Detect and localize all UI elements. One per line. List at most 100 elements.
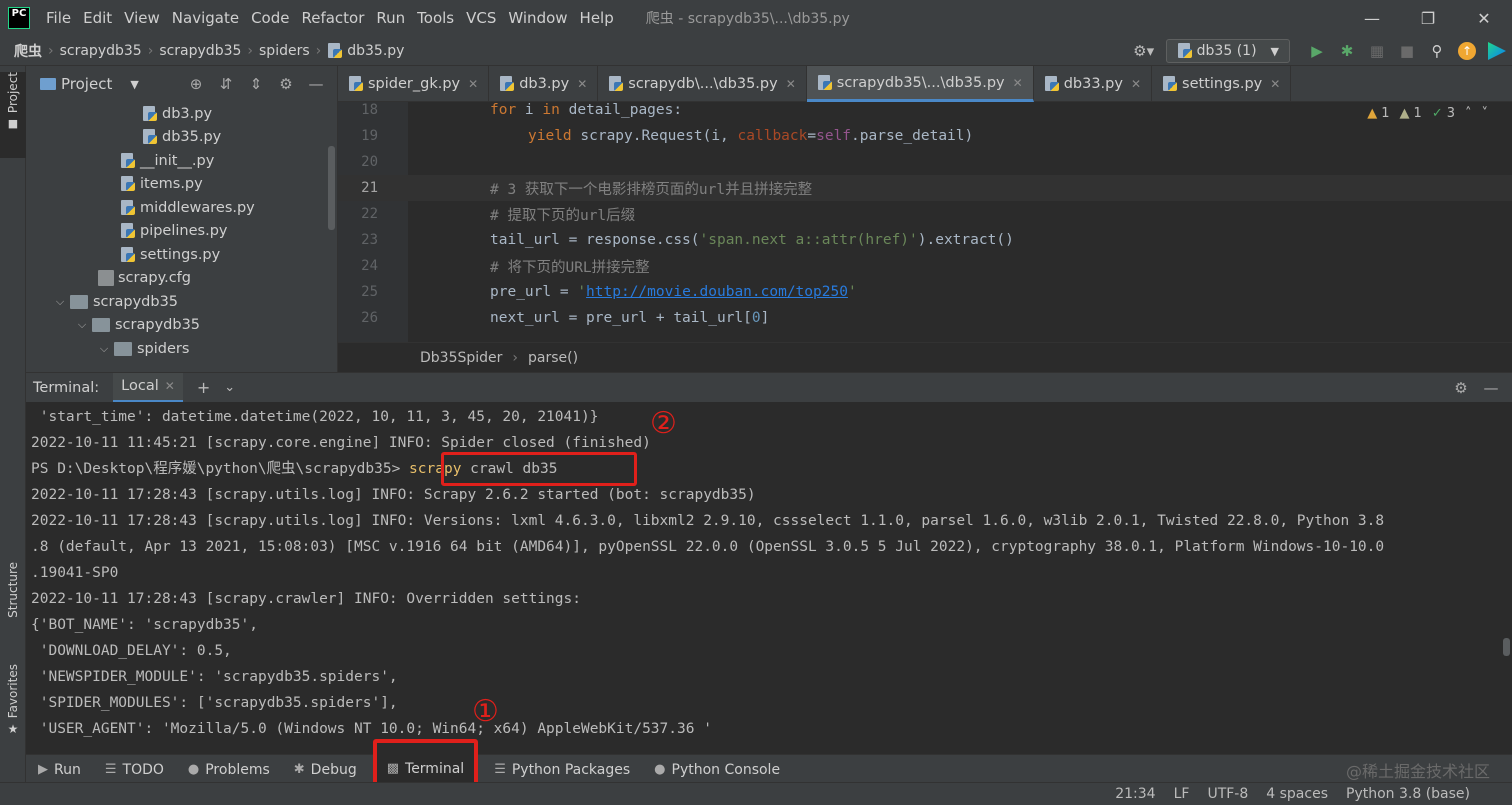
- line-number: 18: [361, 102, 378, 118]
- inspection-widget[interactable]: ▲ 1 ▲ 1 ✓ 3 ˄ ˅: [1357, 106, 1488, 121]
- chevron-down-icon[interactable]: ▼: [130, 78, 138, 91]
- breadcrumb-method[interactable]: parse(): [528, 350, 578, 366]
- tab-scrapydb-db35[interactable]: scrapydb\...\db35.py ✕: [598, 66, 807, 102]
- todo-tool-button[interactable]: ☰ TODO: [105, 755, 164, 785]
- tree-folder[interactable]: ⌵ spiders: [26, 337, 326, 361]
- code-editor[interactable]: 18 for i in detail_pages: 19 yield scrap…: [338, 102, 1512, 342]
- terminal-tab-local[interactable]: Local ✕: [113, 372, 183, 403]
- terminal-output[interactable]: 'start_time': datetime.datetime(2022, 10…: [26, 402, 1512, 754]
- menu-help[interactable]: Help: [580, 9, 614, 27]
- pycharm-logo-icon: PC: [8, 7, 30, 29]
- python-file-icon: [120, 246, 136, 263]
- hide-icon[interactable]: —: [301, 75, 331, 93]
- status-line-separator[interactable]: LF: [1174, 786, 1190, 802]
- gear-icon[interactable]: ⚙: [1446, 379, 1476, 397]
- tree-folder[interactable]: ⌵ scrapydb35: [26, 290, 326, 314]
- search-icon[interactable]: ⚲: [1422, 36, 1452, 66]
- chevron-right-icon: ›: [512, 349, 519, 366]
- breadcrumb-scrapydb35-inner[interactable]: scrapydb35: [159, 43, 241, 59]
- menu-vcs[interactable]: VCS: [466, 9, 496, 27]
- chevron-down-icon[interactable]: ⌄: [224, 380, 235, 395]
- close-icon[interactable]: ✕: [1270, 77, 1280, 91]
- menu-view[interactable]: View: [124, 9, 160, 27]
- close-icon[interactable]: ✕: [1131, 77, 1141, 91]
- tree-folder[interactable]: ⌵ scrapydb35: [26, 314, 326, 338]
- debug-tool-button[interactable]: ✱ Debug: [294, 755, 357, 785]
- menu-navigate[interactable]: Navigate: [172, 9, 239, 27]
- menu-refactor[interactable]: Refactor: [301, 9, 364, 27]
- tree-item[interactable]: pipelines.py: [26, 220, 326, 244]
- close-icon[interactable]: ✕: [1456, 0, 1512, 36]
- tree-item[interactable]: scrapy.cfg: [26, 267, 326, 291]
- project-scrollbar[interactable]: [328, 146, 335, 230]
- menu-tools[interactable]: Tools: [417, 9, 454, 27]
- status-encoding[interactable]: UTF-8: [1207, 786, 1248, 802]
- check-icon: ✓: [1431, 106, 1443, 121]
- user-icon[interactable]: ⚙▾: [1122, 36, 1166, 66]
- breadcrumb-file[interactable]: db35.py: [347, 43, 404, 59]
- debug-icon[interactable]: ✱: [1332, 36, 1362, 66]
- coverage-icon[interactable]: ▦: [1362, 36, 1392, 66]
- close-icon[interactable]: ✕: [786, 77, 796, 91]
- tab-db3[interactable]: db3.py ✕: [489, 66, 599, 102]
- tree-item[interactable]: __init__.py: [26, 149, 326, 173]
- menu-file[interactable]: File: [46, 9, 71, 27]
- python-packages-tool-button[interactable]: ☰ Python Packages: [494, 755, 630, 785]
- close-icon[interactable]: ✕: [577, 77, 587, 91]
- close-icon[interactable]: ✕: [468, 77, 478, 91]
- run-tool-button[interactable]: ▶ Run: [38, 755, 81, 785]
- tree-item[interactable]: settings.py: [26, 243, 326, 267]
- structure-tool-tab[interactable]: Structure: [0, 562, 26, 652]
- tree-item[interactable]: db35.py: [26, 126, 326, 150]
- locate-icon[interactable]: ⊕: [181, 75, 211, 93]
- breadcrumb-class[interactable]: Db35Spider: [420, 350, 502, 366]
- tree-item[interactable]: middlewares.py: [26, 196, 326, 220]
- favorites-tool-tab[interactable]: Favorites ★: [0, 664, 26, 744]
- close-icon[interactable]: ✕: [165, 379, 175, 393]
- terminal-scrollbar[interactable]: [1503, 638, 1510, 656]
- chevron-down-icon[interactable]: ⌵: [74, 318, 90, 332]
- tree-item[interactable]: items.py: [26, 173, 326, 197]
- tab-settings[interactable]: settings.py ✕: [1152, 66, 1292, 102]
- menu-window[interactable]: Window: [508, 9, 567, 27]
- chevron-down-icon[interactable]: ˅: [1482, 106, 1489, 121]
- status-indent[interactable]: 4 spaces: [1266, 786, 1328, 802]
- tab-spider-gk[interactable]: spider_gk.py ✕: [338, 66, 490, 102]
- jetbrains-icon[interactable]: [1482, 36, 1512, 66]
- add-terminal-icon[interactable]: +: [197, 378, 210, 397]
- run-icon[interactable]: ▶: [1302, 36, 1332, 66]
- gear-icon[interactable]: ⚙: [271, 75, 301, 93]
- breadcrumb-scrapydb35[interactable]: scrapydb35: [60, 43, 142, 59]
- stop-icon[interactable]: ■: [1392, 36, 1422, 66]
- tree-item[interactable]: db3.py: [26, 102, 326, 126]
- breadcrumb-project[interactable]: 爬虫: [14, 41, 42, 61]
- status-interpreter[interactable]: Python 3.8 (base): [1346, 786, 1470, 802]
- tab-scrapydb35-db35[interactable]: scrapydb35\...\db35.py ✕: [806, 66, 1034, 102]
- project-panel-title[interactable]: Project: [61, 75, 112, 93]
- menu-code[interactable]: Code: [251, 9, 289, 27]
- hide-icon[interactable]: —: [1476, 379, 1506, 397]
- problems-tool-button[interactable]: ● Problems: [188, 755, 270, 785]
- status-caret-position[interactable]: 21:34: [1115, 786, 1155, 802]
- project-tool-tab[interactable]: Project ■: [0, 72, 26, 158]
- chevron-up-icon[interactable]: ˄: [1465, 106, 1472, 121]
- bug-icon: ✱: [293, 762, 305, 777]
- python-file-icon: [120, 199, 136, 216]
- update-icon[interactable]: ↑: [1452, 36, 1482, 66]
- expand-all-icon[interactable]: ⇵: [211, 75, 241, 93]
- close-icon[interactable]: ✕: [1013, 76, 1023, 90]
- tab-db33[interactable]: db33.py ✕: [1034, 66, 1153, 102]
- menu-run[interactable]: Run: [376, 9, 405, 27]
- restore-icon[interactable]: ❐: [1400, 0, 1456, 36]
- breadcrumb-spiders[interactable]: spiders: [259, 43, 310, 59]
- menu-edit[interactable]: Edit: [83, 9, 112, 27]
- run-config-select[interactable]: db35 (1) ▼: [1165, 39, 1290, 63]
- python-file-icon: [120, 223, 136, 239]
- collapse-all-icon[interactable]: ⇕: [241, 75, 271, 93]
- code-url-link[interactable]: http://movie.douban.com/top250: [586, 284, 848, 300]
- chevron-down-icon[interactable]: ⌵: [96, 342, 112, 356]
- line-number: 25: [361, 284, 378, 300]
- minimize-icon[interactable]: —: [1344, 0, 1400, 36]
- python-console-tool-button[interactable]: ● Python Console: [654, 755, 780, 785]
- chevron-down-icon[interactable]: ⌵: [52, 295, 68, 309]
